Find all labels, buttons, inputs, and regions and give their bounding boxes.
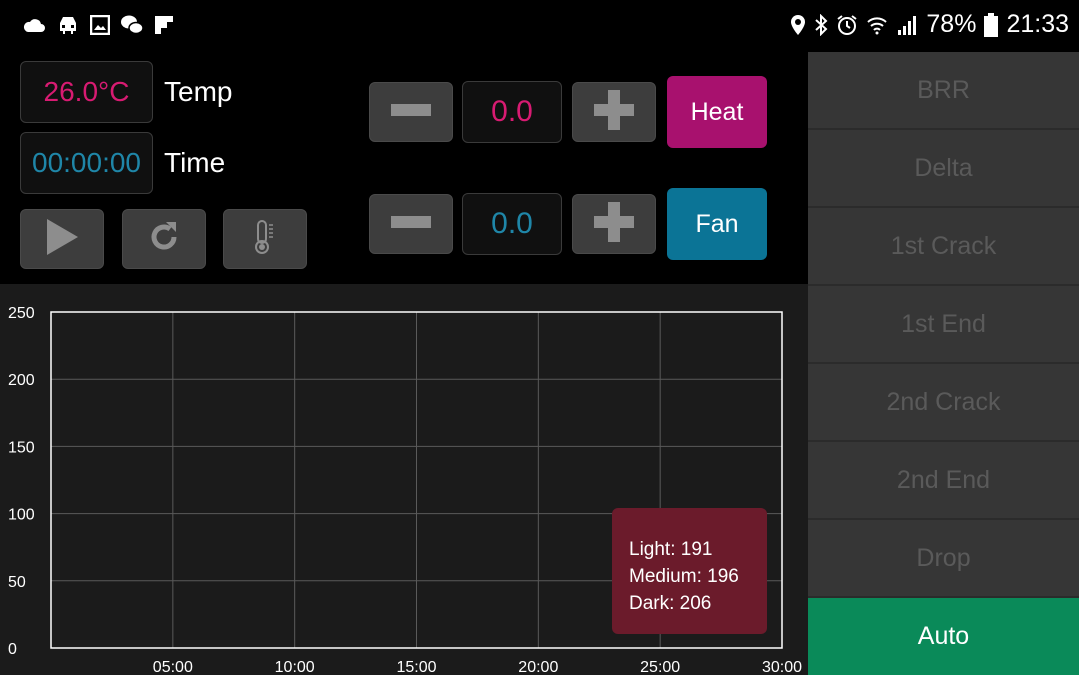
y-tick-label: 150	[8, 439, 35, 456]
x-tick-label: 20:00	[518, 659, 558, 675]
x-axis-ticks: 05:00 10:00 15:00 20:00 25:00 30:00	[153, 659, 802, 675]
bluetooth-icon	[814, 13, 828, 36]
signal-icon	[896, 14, 918, 36]
y-tick-label: 100	[8, 507, 35, 524]
fan-button[interactable]: Fan	[667, 188, 767, 260]
x-tick-label: 10:00	[275, 659, 315, 675]
tooltip-dark: Dark: 206	[629, 593, 712, 614]
fan-value: 0.0	[462, 193, 562, 255]
wifi-icon	[866, 14, 888, 36]
heat-decrease-button[interactable]	[369, 82, 453, 142]
fan-increase-button[interactable]	[572, 194, 656, 254]
minus-icon	[391, 103, 431, 121]
fan-decrease-button[interactable]	[369, 194, 453, 254]
notification-icons	[22, 14, 174, 36]
control-area: 26.0°C Temp 00:00:00 Time 0.0 Heat 0.0 F…	[0, 52, 808, 284]
play-icon	[44, 217, 80, 262]
first-end-button[interactable]: 1st End	[808, 286, 1079, 362]
battery-icon	[984, 12, 999, 37]
brr-button[interactable]: BRR	[808, 52, 1079, 128]
time-label: Time	[164, 147, 226, 178]
alarm-icon	[836, 14, 858, 36]
temp-readout: 26.0°C	[20, 61, 153, 123]
car-icon	[56, 14, 80, 36]
plus-icon	[594, 201, 634, 247]
flipboard-icon	[154, 15, 174, 35]
plus-icon	[594, 89, 634, 135]
minus-icon	[391, 215, 431, 233]
roast-level-tooltip: Light: 191 Medium: 196 Dark: 206	[612, 508, 767, 634]
x-tick-label: 30:00	[762, 659, 802, 675]
delta-button[interactable]: Delta	[808, 130, 1079, 206]
reset-icon	[146, 219, 182, 260]
side-panel: BRR Delta 1st Crack 1st End 2nd Crack 2n…	[808, 52, 1079, 675]
first-crack-button[interactable]: 1st Crack	[808, 208, 1079, 284]
second-crack-button[interactable]: 2nd Crack	[808, 364, 1079, 440]
battery-percent: 78%	[926, 10, 977, 38]
temp-label: Temp	[164, 76, 233, 107]
heat-button[interactable]: Heat	[667, 76, 767, 148]
reset-button[interactable]	[122, 209, 206, 269]
x-tick-label: 25:00	[640, 659, 680, 675]
heat-increase-button[interactable]	[572, 82, 656, 142]
tooltip-medium: Medium: 196	[629, 566, 739, 587]
gallery-icon	[90, 15, 110, 35]
auto-button[interactable]: Auto	[808, 598, 1079, 675]
system-status: 78% 21:33	[790, 10, 1069, 39]
play-button[interactable]	[20, 209, 104, 269]
x-tick-label: 15:00	[396, 659, 436, 675]
clock: 21:33	[1006, 10, 1069, 38]
heat-value: 0.0	[462, 81, 562, 143]
wechat-icon	[120, 14, 144, 36]
y-tick-label: 0	[8, 641, 17, 658]
y-tick-label: 50	[8, 574, 26, 591]
time-readout: 00:00:00	[20, 132, 153, 194]
second-end-button[interactable]: 2nd End	[808, 442, 1079, 518]
status-bar: 78% 21:33	[0, 0, 1079, 52]
thermometer-button[interactable]	[223, 209, 307, 269]
thermometer-icon	[253, 219, 277, 260]
cloud-icon	[22, 16, 46, 34]
y-axis-ticks: 0 50 100 150 200 250	[8, 305, 35, 658]
drop-button[interactable]: Drop	[808, 520, 1079, 596]
tooltip-light: Light: 191	[629, 539, 713, 560]
y-tick-label: 200	[8, 372, 35, 389]
y-tick-label: 250	[8, 305, 35, 322]
location-icon	[790, 14, 806, 36]
x-tick-label: 05:00	[153, 659, 193, 675]
